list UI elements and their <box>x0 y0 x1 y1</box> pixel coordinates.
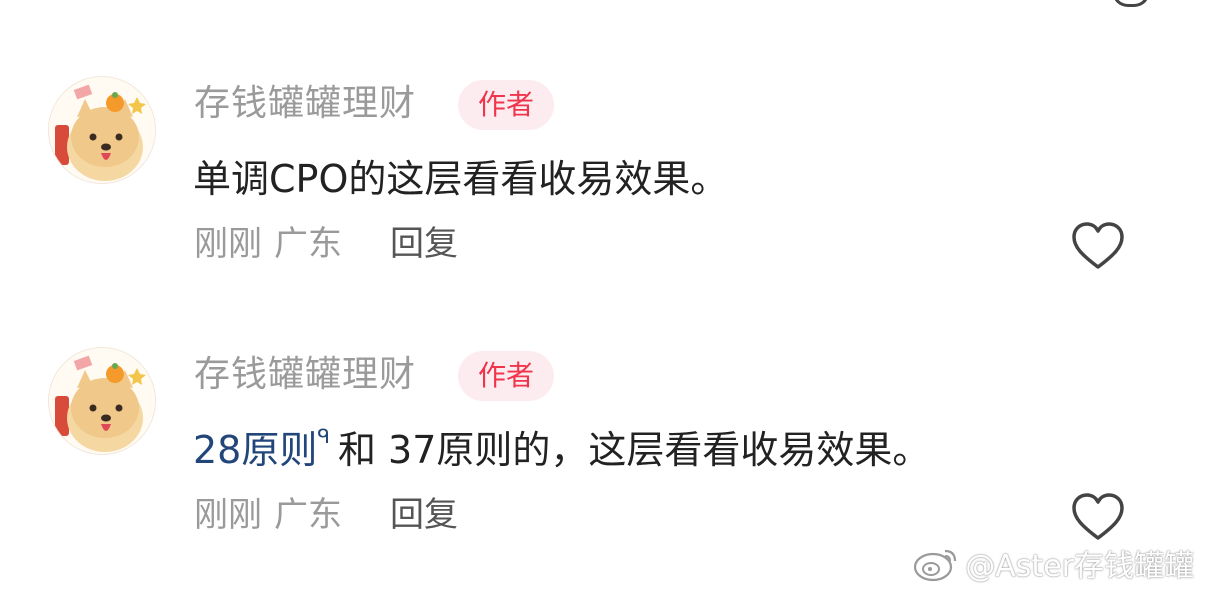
comment-location: 广东 <box>274 224 342 264</box>
username[interactable]: 存钱罐罐理财 <box>194 82 416 126</box>
comment-text: 单调CPO的这层看看收易效果。 <box>193 157 729 201</box>
keyword-link[interactable]: 28原则 <box>193 428 317 472</box>
comment-meta: 刚刚 广东 <box>194 222 342 266</box>
avatar[interactable] <box>48 347 156 455</box>
watermark-text: @Aster存钱罐罐 <box>965 549 1194 584</box>
reply-button[interactable]: 回复 <box>390 493 458 537</box>
shiba-dog-avatar-icon <box>49 348 155 454</box>
comment-time: 刚刚 <box>194 224 262 264</box>
weibo-logo-icon <box>914 549 957 582</box>
author-badge: 作者 <box>458 80 554 130</box>
comment-text-rest: 和 37原则的，这层看看收易效果。 <box>337 428 931 472</box>
author-badge: 作者 <box>458 351 554 401</box>
avatar[interactable] <box>48 76 156 184</box>
like-button[interactable] <box>1070 220 1126 272</box>
reply-button[interactable]: 回复 <box>390 222 458 266</box>
search-icon[interactable]: ᑫ <box>317 426 330 446</box>
comment-location: 广东 <box>274 495 342 535</box>
shiba-dog-avatar-icon <box>49 77 155 183</box>
partial-icon <box>1112 0 1150 7</box>
comment-list: 存钱罐罐理财 作者 单调CPO的这层看看收易效果。 刚刚 广东 回复 存钱罐罐理… <box>0 0 1206 590</box>
comment-meta: 刚刚 广东 <box>194 493 342 537</box>
comment-item: 存钱罐罐理财 作者 单调CPO的这层看看收易效果。 刚刚 广东 回复 <box>0 72 1206 332</box>
like-button[interactable] <box>1070 491 1126 543</box>
watermark: @Aster存钱罐罐 <box>913 541 1194 585</box>
comment-text: 28原则ᑫ 和 37原则的，这层看看收易效果。 <box>193 425 930 475</box>
heart-outline-icon <box>1072 222 1124 269</box>
heart-outline-icon <box>1072 493 1124 540</box>
comment-time: 刚刚 <box>194 495 262 535</box>
username[interactable]: 存钱罐罐理财 <box>194 353 416 397</box>
